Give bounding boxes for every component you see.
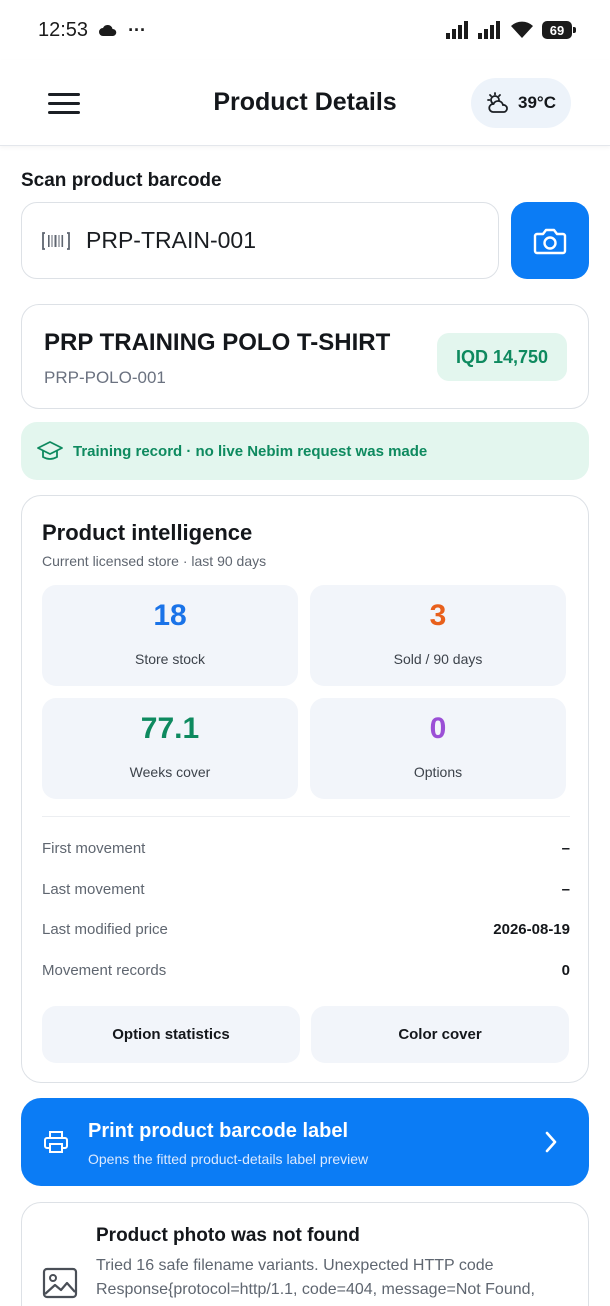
photo-error-text: Tried 16 safe filename variants. Unexpec… <box>96 1257 535 1298</box>
stat-label: Options <box>413 764 463 780</box>
print-label-button[interactable]: Print product barcode label Opens the fi… <box>21 1098 589 1186</box>
row-value: – <box>561 880 570 898</box>
chevron-right-icon <box>545 1131 557 1153</box>
status-left: 12:53 ··· <box>38 19 146 42</box>
status-right: 69 <box>446 21 576 39</box>
stat-value: 18 <box>153 599 187 632</box>
stat-value: 0 <box>429 712 447 745</box>
row-value: 2026-08-19 <box>493 920 570 938</box>
battery-icon: 69 <box>542 21 576 39</box>
row-label: Last modified price <box>42 920 168 938</box>
print-subtitle: Opens the fitted product-details label p… <box>88 1151 369 1167</box>
row-label: First movement <box>42 839 146 857</box>
camera-icon <box>533 228 567 254</box>
row-value: – <box>561 839 570 857</box>
stat-weeks-cover: 77.1 Weeks cover <box>42 698 298 799</box>
price-badge: IQD 14,750 <box>437 333 567 381</box>
row-label: Movement records <box>42 961 167 979</box>
status-more-dots: ··· <box>128 19 147 40</box>
barcode-input[interactable] <box>86 227 466 254</box>
photo-not-found-card: Product photo was not found Tried 16 saf… <box>21 1202 589 1306</box>
product-code: PRP-POLO-001 <box>44 368 166 387</box>
detail-row-first-movement: First movement – <box>42 836 570 860</box>
row-value: 0 <box>561 961 570 979</box>
partly-sunny-icon <box>487 92 508 113</box>
product-name: PRP TRAINING POLO T-SHIRT <box>44 329 391 356</box>
scan-label: Scan product barcode <box>21 170 222 191</box>
weather-temp: 39°C <box>518 93 556 112</box>
detail-row-last-modified-price: Last modified price 2026-08-19 <box>42 917 570 941</box>
print-title: Print product barcode label <box>88 1120 349 1142</box>
stat-value: 3 <box>429 599 447 632</box>
signal-icon-2 <box>478 21 500 39</box>
detail-row-movement-records: Movement records 0 <box>42 958 570 982</box>
detail-row-last-movement: Last movement – <box>42 877 570 901</box>
training-notice: Training record · no live Nebim request … <box>21 422 589 480</box>
photo-title: Product photo was not found <box>96 1225 360 1246</box>
cloud-icon <box>99 24 117 36</box>
printer-icon <box>44 1131 68 1153</box>
stat-label: Weeks cover <box>129 764 211 780</box>
intelligence-subtitle: Current licensed store · last 90 days <box>42 553 267 569</box>
signal-icon <box>446 21 468 39</box>
row-label: Last movement <box>42 880 145 898</box>
app-bar: Product Details 39°C <box>0 60 610 146</box>
status-bar: 12:53 ··· 69 <box>0 0 610 60</box>
stat-options: 0 Options <box>310 698 566 799</box>
option-statistics-button[interactable]: Option statistics <box>42 1006 300 1063</box>
barcode-icon <box>42 231 70 250</box>
camera-scan-button[interactable] <box>511 202 589 279</box>
notice-text: Training record · no live Nebim request … <box>73 442 428 460</box>
product-card: PRP TRAINING POLO T-SHIRT PRP-POLO-001 I… <box>21 304 589 409</box>
intelligence-title: Product intelligence <box>42 520 253 545</box>
weather-chip[interactable]: 39°C <box>471 78 571 128</box>
wifi-icon <box>511 21 533 38</box>
color-cover-button[interactable]: Color cover <box>311 1006 569 1063</box>
graduation-cap-icon <box>37 441 63 460</box>
stat-value: 77.1 <box>140 712 200 745</box>
barcode-field[interactable] <box>21 202 499 279</box>
stat-sold-90-days: 3 Sold / 90 days <box>310 585 566 686</box>
image-icon <box>42 1267 78 1299</box>
status-time: 12:53 <box>38 18 89 41</box>
divider <box>42 816 570 817</box>
stat-store-stock: 18 Store stock <box>42 585 298 686</box>
product-intelligence-card: Product intelligence Current licensed st… <box>21 495 589 1083</box>
stat-label: Sold / 90 days <box>393 651 483 667</box>
stat-label: Store stock <box>134 651 206 667</box>
